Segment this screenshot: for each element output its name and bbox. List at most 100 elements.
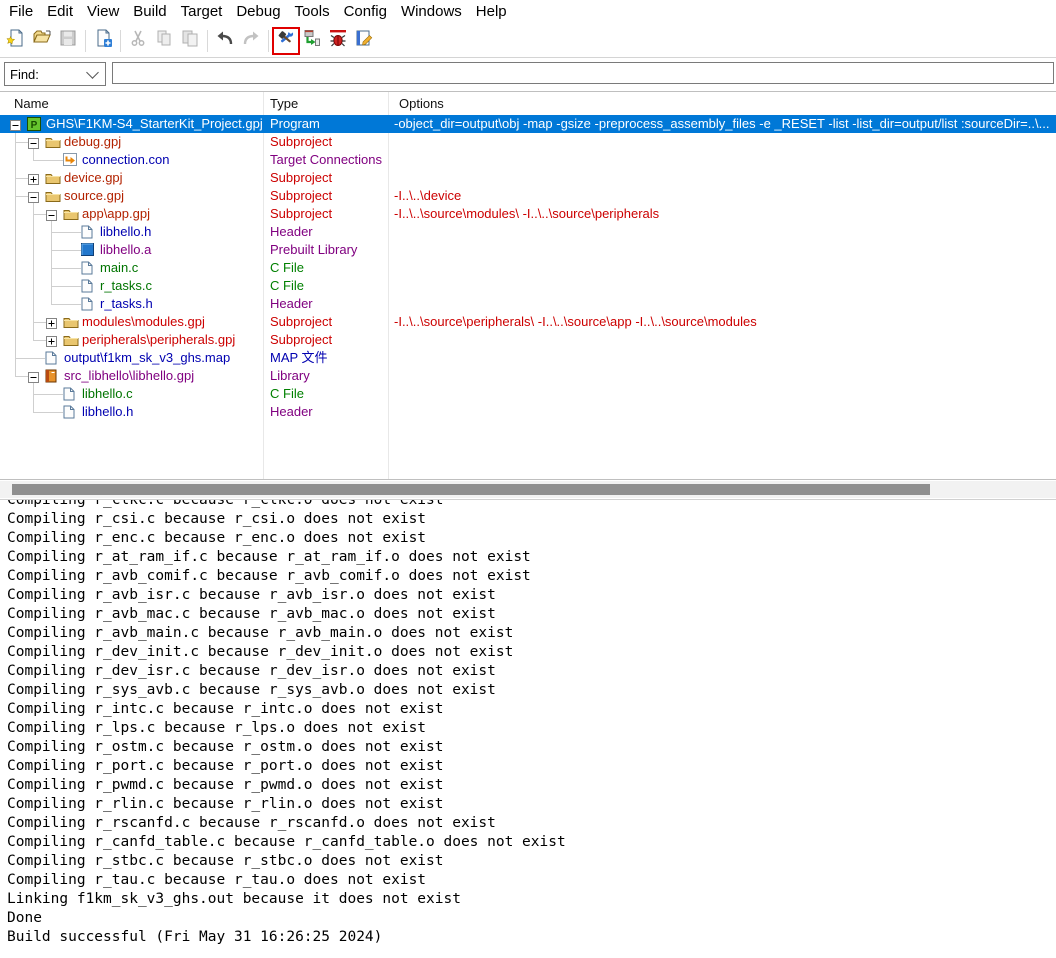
undo-button[interactable] <box>213 29 237 53</box>
tree-row[interactable]: PGHS\F1KM-S4_StarterKit_Project.gpjProgr… <box>0 115 1056 133</box>
tree-row[interactable]: libhello.a Prebuilt Library <box>0 241 1056 259</box>
tree-row[interactable]: device.gpj Subproject <box>0 169 1056 187</box>
column-header-name[interactable]: Name <box>14 92 49 115</box>
console-line: Compiling r_lps.c because r_lps.o does n… <box>7 719 1056 738</box>
toolbar-separator <box>85 30 86 52</box>
tree-row[interactable]: libhello.c C File <box>0 385 1056 403</box>
item-type: Subproject <box>270 205 332 223</box>
item-name[interactable]: src_libhello\libhello.gpj <box>64 367 194 385</box>
toolbar <box>0 24 1056 58</box>
cut-icon <box>128 28 148 53</box>
build-button[interactable] <box>274 29 298 53</box>
item-name[interactable]: GHS\F1KM-S4_StarterKit_Project.gpj <box>46 115 263 133</box>
tree-row[interactable]: connection.conTarget Connections <box>0 151 1056 169</box>
item-name[interactable]: peripherals\peripherals.gpj <box>82 331 235 349</box>
tree-row[interactable]: debug.gpj Subproject <box>0 133 1056 151</box>
item-name[interactable]: app\app.gpj <box>82 205 150 223</box>
project-tree: PGHS\F1KM-S4_StarterKit_Project.gpjProgr… <box>0 115 1056 479</box>
tree-row[interactable]: output\f1km_sk_v3_ghs.map MAP 文件 <box>0 349 1056 367</box>
item-name[interactable]: main.c <box>100 259 138 277</box>
tree-row[interactable]: libhello.hHeader <box>0 223 1056 241</box>
column-header-options[interactable]: Options <box>399 92 444 115</box>
tree-row[interactable]: source.gpjSubproject-I..\..\device <box>0 187 1056 205</box>
menu-item-tools[interactable]: Tools <box>288 0 337 24</box>
menu-item-target[interactable]: Target <box>174 0 230 24</box>
console-line: Compiling r_enc.c because r_enc.o does n… <box>7 529 1056 548</box>
item-name[interactable]: libhello.h <box>100 223 151 241</box>
column-header-type[interactable]: Type <box>270 92 298 115</box>
new-file-button[interactable] <box>4 29 28 53</box>
item-type: Subproject <box>270 133 332 151</box>
menu-item-build[interactable]: Build <box>126 0 173 24</box>
menu-item-view[interactable]: View <box>80 0 126 24</box>
item-name[interactable]: r_tasks.c <box>100 277 152 295</box>
menu-item-windows[interactable]: Windows <box>394 0 469 24</box>
item-name[interactable]: device.gpj <box>64 169 123 187</box>
project-explorer: Name Type Options PGHS\F1KM-S4_StarterKi… <box>0 91 1056 480</box>
item-name[interactable]: output\f1km_sk_v3_ghs.map <box>64 349 230 367</box>
tree-row[interactable]: app\app.gpjSubproject-I..\..\source\modu… <box>0 205 1056 223</box>
edit-log-button[interactable] <box>352 29 376 53</box>
tree-row[interactable]: libhello.hHeader <box>0 403 1056 421</box>
tree-connector-line <box>33 160 63 161</box>
new-file-icon <box>6 28 26 53</box>
tree-row[interactable]: r_tasks.h Header <box>0 295 1056 313</box>
console-line: Build successful (Fri May 31 16:26:25 20… <box>7 928 1056 947</box>
cut-button <box>126 29 150 53</box>
item-name[interactable]: connection.con <box>82 151 169 169</box>
item-type: Subproject <box>270 313 332 331</box>
item-name[interactable]: libhello.h <box>82 403 133 421</box>
console-line: Compiling r_clkc.c because r_clkc.o does… <box>7 499 1056 510</box>
tree-connector-line <box>15 358 45 359</box>
open-file-button[interactable] <box>30 29 54 53</box>
item-name[interactable]: libhello.c <box>82 385 133 403</box>
tree-row[interactable]: main.cC File <box>0 259 1056 277</box>
item-options: -object_dir=output\obj -map -gsize -prep… <box>394 115 1049 133</box>
tree-connector-line <box>33 340 46 341</box>
console-line: Done <box>7 909 1056 928</box>
menu-item-help[interactable]: Help <box>469 0 514 24</box>
item-type: Header <box>270 295 313 313</box>
item-name[interactable]: modules\modules.gpj <box>82 313 205 331</box>
item-name[interactable]: source.gpj <box>64 187 124 205</box>
menu-bar: FileEditViewBuildTargetDebugToolsConfigW… <box>0 0 1056 24</box>
menu-item-file[interactable]: File <box>2 0 40 24</box>
multi-project-manager-window: FileEditViewBuildTargetDebugToolsConfigW… <box>0 0 1056 958</box>
menu-item-edit[interactable]: Edit <box>40 0 80 24</box>
item-name[interactable]: libhello.a <box>100 241 151 259</box>
find-bar: Find: <box>0 58 1056 91</box>
console-line: Compiling r_avb_isr.c because r_avb_isr.… <box>7 586 1056 605</box>
tree-row[interactable]: src_libhello\libhello.gpjLibrary <box>0 367 1056 385</box>
item-type: Prebuilt Library <box>270 241 357 259</box>
new-project-button[interactable] <box>91 29 115 53</box>
menu-item-debug[interactable]: Debug <box>229 0 287 24</box>
tree-connector-line <box>33 322 46 323</box>
connect-icon <box>302 28 322 53</box>
debug-button[interactable] <box>326 29 350 53</box>
tree-row[interactable]: peripherals\peripherals.gpjSubproject <box>0 331 1056 349</box>
connect-button[interactable] <box>300 29 324 53</box>
find-input[interactable] <box>112 62 1054 84</box>
horizontal-scrollbar[interactable] <box>0 481 1056 498</box>
find-combo[interactable]: Find: <box>4 62 106 86</box>
tree-connector-line <box>15 196 28 197</box>
header-file-icon <box>63 405 75 424</box>
tree-row[interactable]: r_tasks.cC File <box>0 277 1056 295</box>
item-type: Program <box>270 115 320 133</box>
copy-button <box>152 29 176 53</box>
console-line: Compiling r_pwmd.c because r_pwmd.o does… <box>7 776 1056 795</box>
paste-button <box>178 29 202 53</box>
console-line: Compiling r_intc.c because r_intc.o does… <box>7 700 1056 719</box>
copy-icon <box>154 28 174 53</box>
item-type: Subproject <box>270 169 332 187</box>
item-type: MAP 文件 <box>270 349 328 367</box>
open-file-icon <box>32 28 52 53</box>
item-name[interactable]: r_tasks.h <box>100 295 153 313</box>
item-name[interactable]: debug.gpj <box>64 133 121 151</box>
menu-item-config[interactable]: Config <box>337 0 394 24</box>
column-headers: Name Type Options <box>0 92 1056 116</box>
console-line: Compiling r_canfd_table.c because r_canf… <box>7 833 1056 852</box>
item-type: C File <box>270 385 304 403</box>
scrollbar-thumb[interactable] <box>12 484 930 495</box>
tree-row[interactable]: modules\modules.gpjSubproject-I..\..\sou… <box>0 313 1056 331</box>
